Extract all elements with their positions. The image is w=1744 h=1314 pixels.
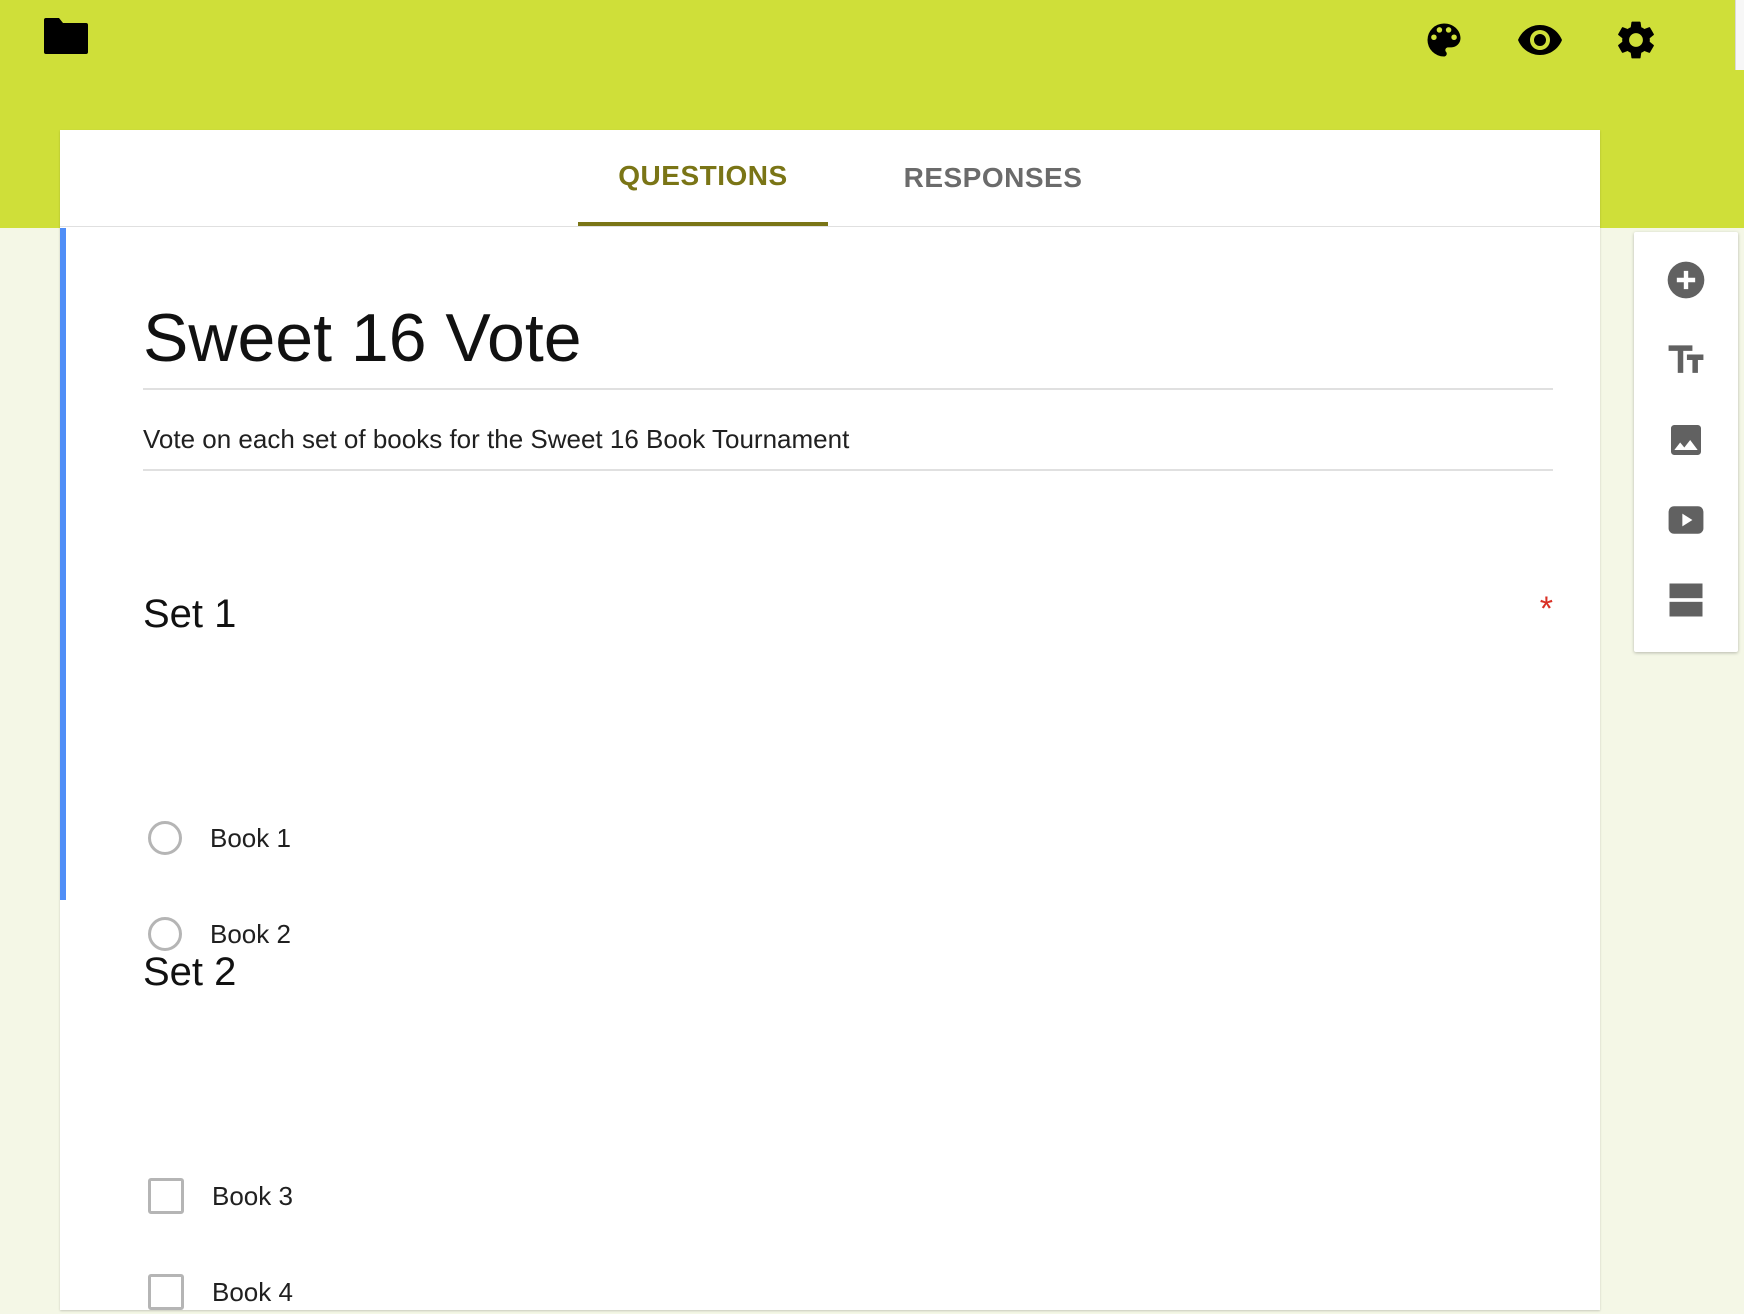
form-description[interactable]: Vote on each set of books for the Sweet …: [143, 413, 1553, 471]
required-indicator: *: [1539, 590, 1553, 628]
option-label: Book 3: [212, 1180, 293, 1211]
add-section-button[interactable]: [1654, 568, 1718, 632]
add-question-button[interactable]: [1654, 248, 1718, 312]
radio-button[interactable]: [148, 821, 182, 855]
section-icon: [1669, 583, 1703, 617]
palette-button[interactable]: [1414, 10, 1474, 70]
image-icon: [1671, 425, 1701, 455]
radio-option[interactable]: Book 1: [148, 816, 291, 860]
checkbox[interactable]: [148, 1178, 184, 1214]
question-title[interactable]: Set 2: [143, 948, 236, 996]
add-question-icon: [1667, 261, 1705, 299]
window-edge: [1735, 0, 1744, 70]
option-label: Book 1: [210, 822, 291, 853]
video-icon: [1668, 506, 1704, 534]
settings-button[interactable]: [1606, 10, 1666, 70]
gear-icon: [1618, 21, 1654, 59]
palette-icon: [1427, 23, 1461, 57]
tab-bar: QUESTIONS RESPONSES: [60, 130, 1600, 227]
title-text-icon: [1668, 345, 1704, 373]
add-image-button[interactable]: [1654, 408, 1718, 472]
checkbox-option[interactable]: Book 3: [148, 1174, 293, 1218]
folder-button[interactable]: [42, 16, 90, 56]
add-video-button[interactable]: [1654, 488, 1718, 552]
option-label: Book 2: [210, 918, 291, 949]
radio-button[interactable]: [148, 917, 182, 951]
tab-responses[interactable]: RESPONSES: [868, 130, 1118, 226]
form-card: QUESTIONS RESPONSES Sweet 16 Vote Vote o…: [60, 130, 1600, 1310]
checkbox-option[interactable]: Book 4: [148, 1270, 293, 1314]
eye-icon: [1518, 25, 1562, 55]
active-section-indicator: [60, 228, 66, 900]
form-title[interactable]: Sweet 16 Vote: [143, 290, 1553, 390]
preview-button[interactable]: [1510, 10, 1570, 70]
question-title[interactable]: Set 1: [143, 590, 236, 638]
add-title-button[interactable]: [1654, 328, 1718, 392]
side-toolbar: [1634, 232, 1738, 652]
tab-questions[interactable]: QUESTIONS: [578, 130, 828, 226]
option-label: Book 4: [212, 1276, 293, 1307]
checkbox[interactable]: [148, 1274, 184, 1310]
folder-icon: [44, 18, 88, 54]
